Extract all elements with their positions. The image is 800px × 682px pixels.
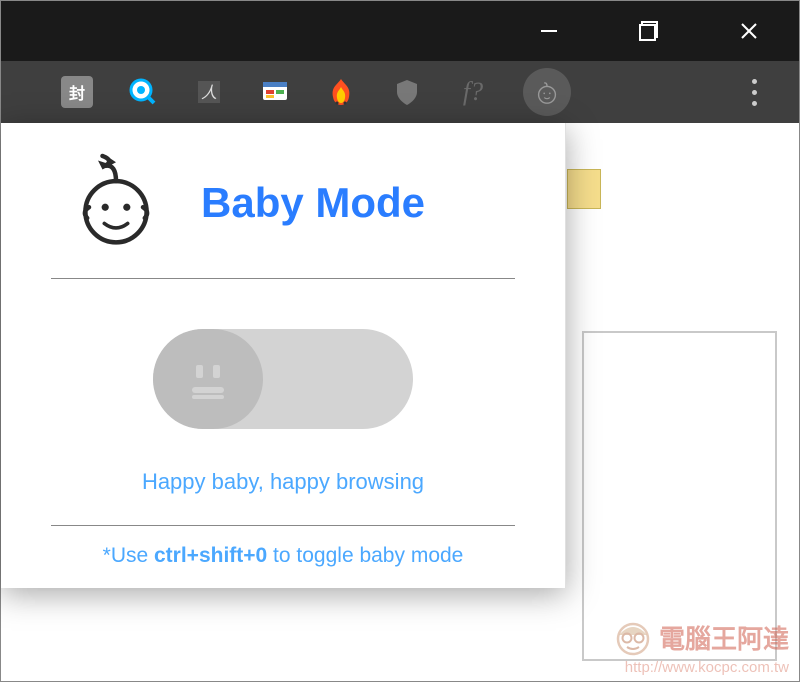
toggle-knob — [153, 329, 263, 429]
seal-extension-icon[interactable]: 封 — [61, 76, 93, 108]
tagline-text: Happy baby, happy browsing — [41, 469, 525, 525]
hint-prefix: *Use — [103, 544, 154, 567]
pdf-extension-icon[interactable]: 人 — [193, 76, 225, 108]
hint-shortcut: ctrl+shift+0 — [154, 544, 267, 567]
maximize-button[interactable] — [599, 1, 699, 61]
close-button[interactable] — [699, 1, 799, 61]
fire-extension-icon[interactable] — [325, 76, 357, 108]
baby-mode-popup: Baby Mode Happy baby, happy browsing *Us… — [1, 123, 566, 588]
popup-title: Baby Mode — [201, 179, 425, 227]
side-panel — [582, 331, 777, 661]
minimize-button[interactable] — [499, 1, 599, 61]
keyboard-hint: *Use ctrl+shift+0 to toggle baby mode — [41, 526, 525, 568]
font-question-extension-icon[interactable]: f? — [457, 76, 489, 108]
baby-icon — [71, 153, 161, 253]
popup-header: Baby Mode — [41, 153, 525, 278]
baby-mode-extension-icon[interactable] — [523, 68, 571, 116]
folder-icon — [567, 169, 601, 209]
window-titlebar — [1, 1, 799, 61]
shield-extension-icon[interactable] — [391, 76, 423, 108]
search-extension-icon[interactable] — [127, 76, 159, 108]
baby-mode-toggle[interactable] — [153, 329, 413, 429]
toggle-area — [41, 279, 525, 469]
extension-toolbar: 封 人 f? — [1, 61, 799, 123]
toolbar-menu-button[interactable] — [739, 72, 769, 112]
svg-text:人: 人 — [201, 84, 217, 102]
screenshot-extension-icon[interactable] — [259, 76, 291, 108]
hint-suffix: to toggle baby mode — [267, 544, 463, 567]
